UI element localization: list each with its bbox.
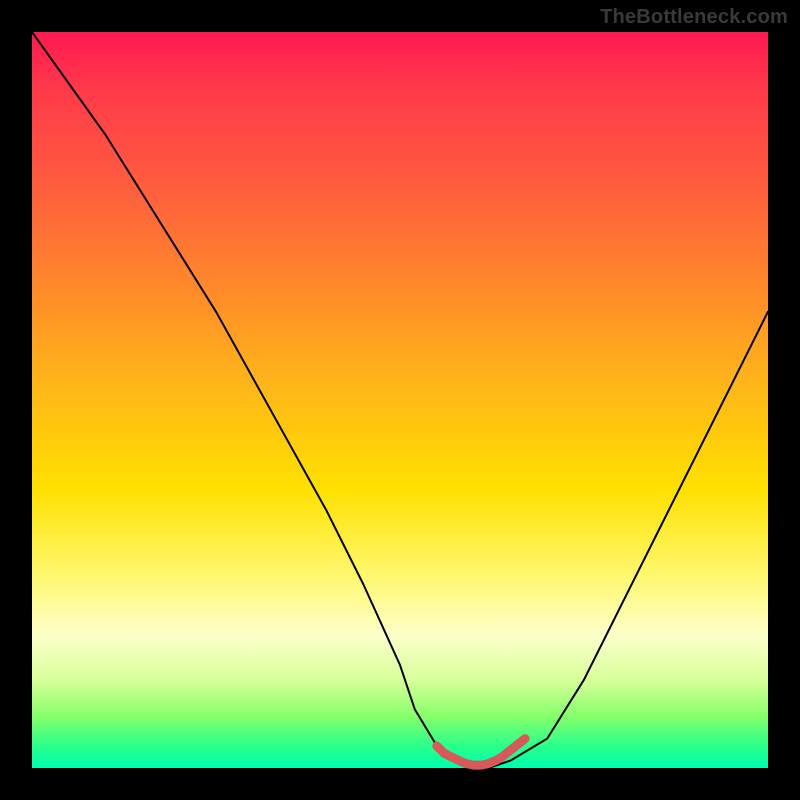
curve-svg [32, 32, 768, 768]
watermark-text: TheBottleneck.com [600, 6, 788, 29]
chart-frame: TheBottleneck.com [0, 0, 800, 800]
optimal-range-marker [437, 739, 525, 766]
bottleneck-curve [32, 32, 768, 768]
plot-area [32, 32, 768, 768]
